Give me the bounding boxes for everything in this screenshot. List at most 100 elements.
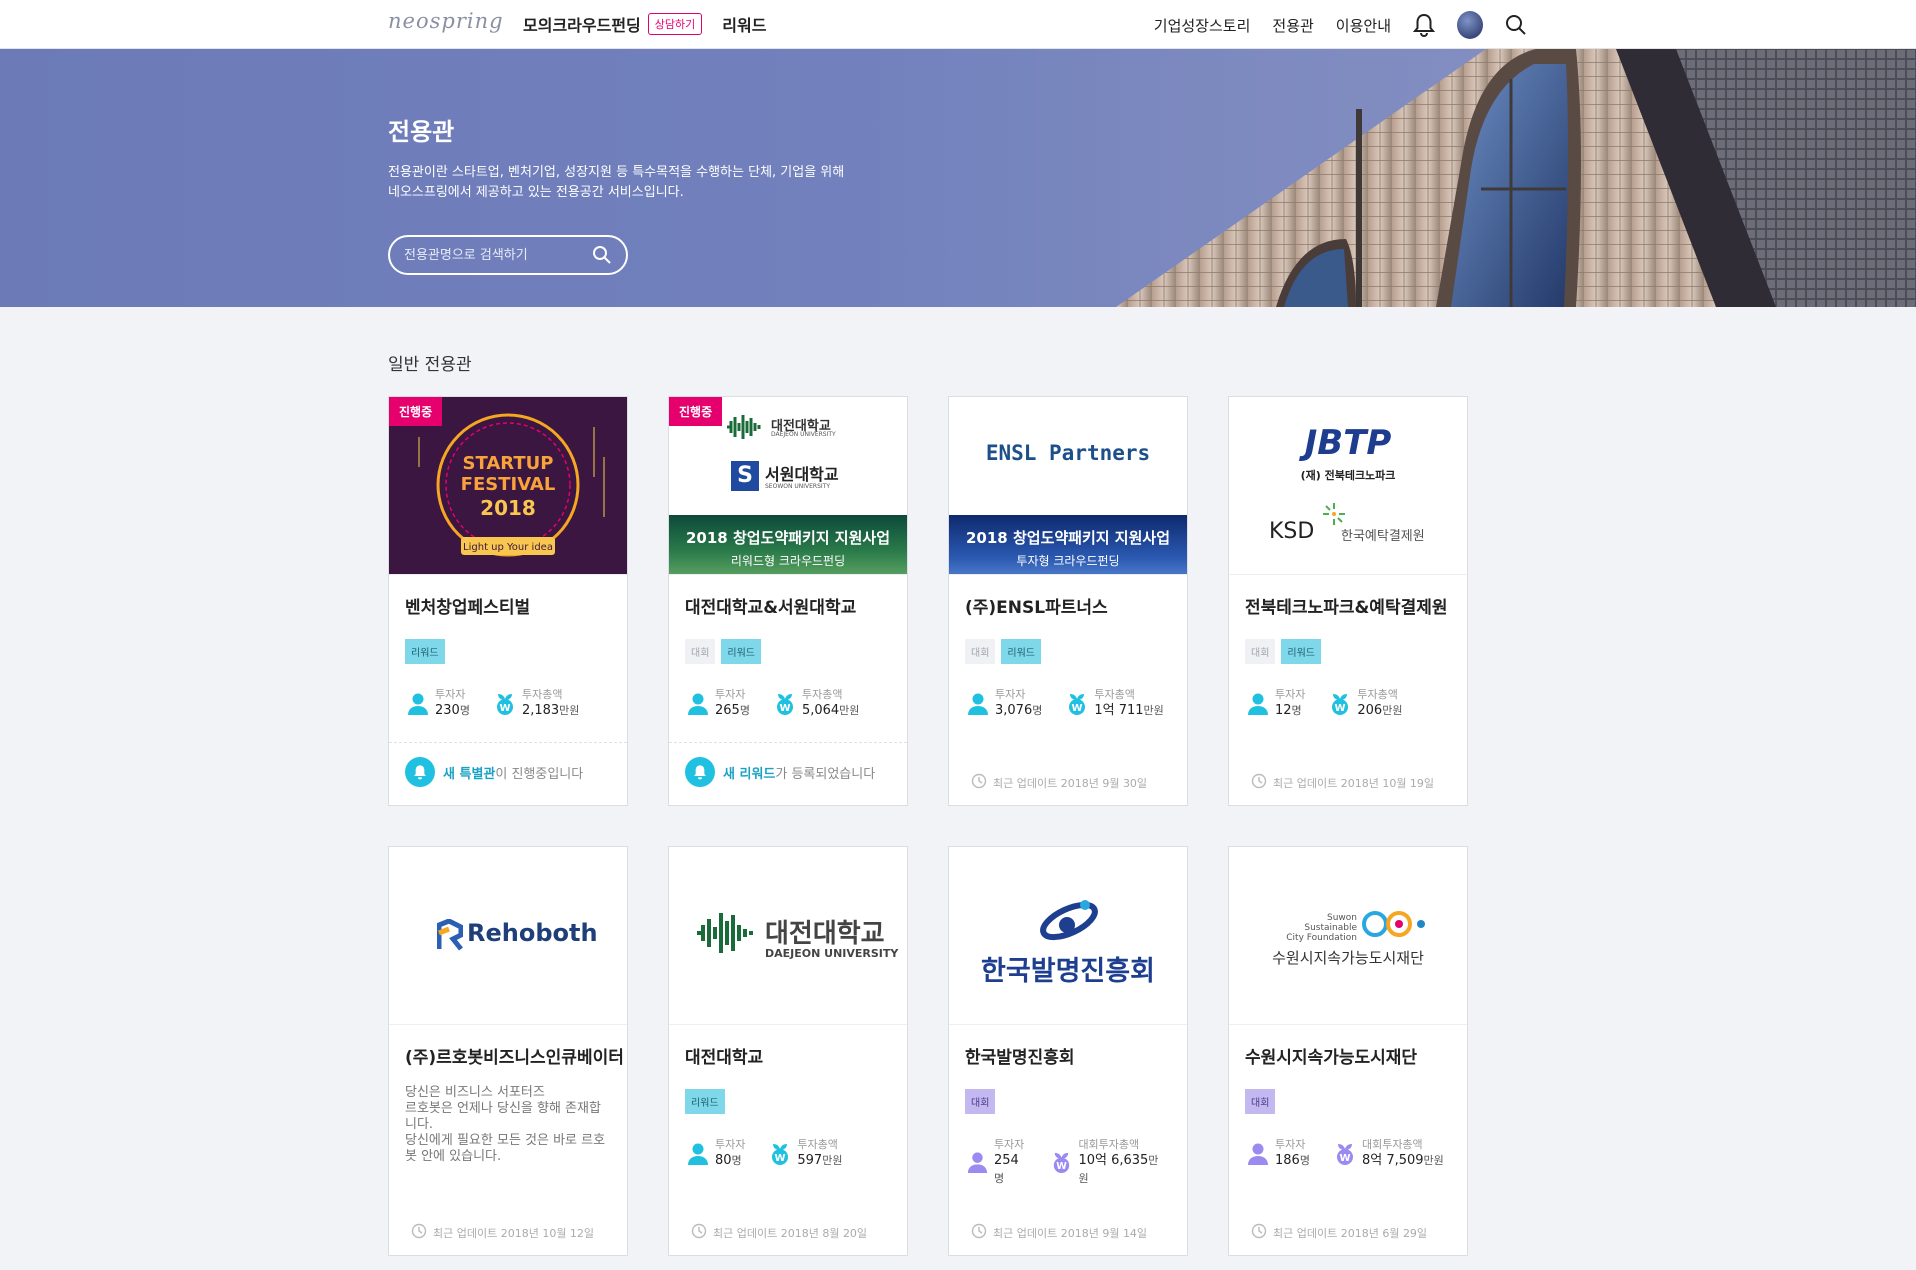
investment-amount: 10억 6,635: [1078, 1153, 1149, 1168]
hall-thumbnail[interactable]: Rehoboth: [389, 847, 627, 1025]
stats: 투자자 230명 W 투자총액 2,183만원: [405, 688, 601, 720]
investor-count: 265: [715, 703, 740, 718]
stats: 투자자 80명 W 투자총액 597만원: [685, 1138, 864, 1170]
stats: 투자자 3,076명 W 투자총액 1억 711만원: [965, 688, 1186, 720]
hall-card[interactable]: Rehoboth (주)르호봇비즈니스인큐베이터당신은 비즈니스 서포터즈 르호봇…: [388, 846, 628, 1256]
hall-thumbnail[interactable]: 한국발명진흥회: [949, 847, 1187, 1025]
money-icon: W: [1327, 691, 1353, 717]
main-nav: 모의크라우드펀딩 상담하기 리워드: [523, 12, 766, 36]
hall-search-box: [388, 235, 628, 275]
person-icon: [1245, 691, 1271, 717]
nav-mock-crowdfunding[interactable]: 모의크라우드펀딩: [523, 12, 641, 36]
hall-name[interactable]: 벤처창업페스티벌: [405, 593, 530, 618]
last-updated: 최근 업데이트 2018년 10월 19일: [1251, 773, 1434, 792]
clock-icon: [971, 1223, 993, 1242]
neospring-logo[interactable]: neospring: [388, 9, 504, 33]
svg-text:W: W: [1335, 703, 1346, 714]
hall-card[interactable]: ENSL Partners 2018 창업도약패키지 지원사업 투자형 크라우드…: [948, 396, 1188, 806]
person-icon: [685, 1141, 711, 1167]
nav-exclusive-hall[interactable]: 전용관: [1272, 15, 1313, 36]
investor-stat: 투자자 12명: [1245, 688, 1305, 720]
status-badge: 진행중: [669, 397, 723, 426]
hall-name[interactable]: 한국발명진흥회: [965, 1043, 1074, 1068]
investor-stat: 투자자 80명: [685, 1138, 745, 1170]
bell-icon: [405, 757, 435, 787]
investor-stat: 투자자 230명: [405, 688, 470, 720]
svg-text:W: W: [775, 1153, 786, 1164]
hall-card[interactable]: 대전대학교 DAEJEON UNIVERSITY 대전대학교리워드 투자자 80…: [668, 846, 908, 1256]
hall-name[interactable]: 전북테크노파크&예탁결제원: [1245, 593, 1448, 618]
top-navigation-bar: neospring 모의크라우드펀딩 상담하기 리워드 기업성장스토리 전용관 …: [0, 0, 1916, 49]
consult-tag[interactable]: 상담하기: [647, 13, 703, 35]
divider: [669, 742, 907, 743]
svg-text:W: W: [499, 703, 510, 714]
hall-name[interactable]: (주)르호봇비즈니스인큐베이터: [405, 1043, 624, 1068]
person-icon: [965, 1150, 990, 1176]
amount-stat: W 투자총액 597만원: [767, 1138, 842, 1170]
tag: 대회: [965, 1089, 996, 1114]
investor-count: 254: [993, 1153, 1019, 1168]
hall-thumbnail[interactable]: 대전대학교 DAEJEON UNIVERSITY: [669, 847, 907, 1025]
hall-name[interactable]: (주)ENSL파트너스: [965, 593, 1108, 618]
hall-card[interactable]: Suwon Sustainable City Foundation 수원시지속가능도…: [1228, 846, 1468, 1256]
clock-icon: [1251, 1223, 1273, 1242]
hall-card[interactable]: JBTP (재) 전북테크노파크 KSD 한국예탁결제원 전북테크노파크&예탁결…: [1228, 396, 1468, 806]
svg-text:W: W: [1339, 1153, 1350, 1164]
hall-name[interactable]: 수원시지속가능도시재단: [1245, 1043, 1417, 1068]
hall-card[interactable]: 한국발명진흥회 한국발명진흥회대회 투자자 254명 W 대회투자총액 10억 …: [948, 846, 1188, 1256]
tag: 리워드: [1281, 639, 1322, 664]
tag-list: 대회: [965, 1089, 1001, 1114]
hall-name[interactable]: 대전대학교&서원대학교: [685, 593, 856, 618]
investment-amount: 2,183: [521, 703, 560, 718]
hero-title: 전용관: [388, 118, 455, 146]
nav-growth-story[interactable]: 기업성장스토리: [1154, 15, 1251, 36]
tag: 대회: [685, 639, 716, 664]
investor-count: 186: [1275, 1153, 1300, 1168]
investment-amount: 597: [797, 1153, 823, 1168]
hall-search-input[interactable]: [404, 237, 584, 273]
hall-thumbnail[interactable]: Suwon Sustainable City Foundation 수원시지속가능도…: [1229, 847, 1467, 1025]
last-updated: 최근 업데이트 2018년 8월 20일: [691, 1223, 867, 1242]
tag-list: 리워드: [405, 639, 451, 664]
stats: 투자자 265명 W 투자총액 5,064만원: [685, 688, 881, 720]
tag-list: 대회 리워드: [685, 639, 767, 664]
hall-name[interactable]: 대전대학교: [685, 1043, 763, 1068]
right-nav: 기업성장스토리 전용관 이용안내: [1132, 11, 1529, 39]
avatar[interactable]: [1457, 11, 1483, 39]
search-icon[interactable]: [592, 245, 612, 265]
bell-icon[interactable]: [1411, 12, 1437, 38]
tag: 리워드: [685, 1089, 725, 1114]
money-icon: W: [492, 691, 518, 717]
last-updated: 최근 업데이트 2018년 10월 12일: [411, 1223, 594, 1242]
hall-card[interactable]: STARTUP FESTIVAL 2018 Light up Your idea…: [388, 396, 628, 806]
tag: 대회: [1245, 639, 1276, 664]
nav-reward[interactable]: 리워드: [722, 12, 766, 36]
tag: 대회: [965, 639, 996, 664]
notice[interactable]: 새 특별관 이 진행중입니다: [405, 757, 583, 787]
tag-list: 대회: [1245, 1089, 1281, 1114]
notice[interactable]: 새 리워드 가 등록되었습니다: [685, 757, 875, 787]
search-icon[interactable]: [1503, 12, 1529, 38]
investor-stat: 투자자 265명: [685, 688, 750, 720]
investor-stat: 투자자 3,076명: [965, 688, 1042, 720]
amount-stat: W 투자총액 5,064만원: [772, 688, 859, 720]
clock-icon: [1251, 773, 1273, 792]
amount-stat: W 대회투자총액 10억 6,635만원: [1049, 1138, 1165, 1188]
money-icon: W: [1064, 691, 1090, 717]
investment-amount: 206: [1357, 703, 1383, 718]
investment-amount: 1억 711: [1094, 703, 1144, 718]
tag: 대회: [1245, 1089, 1276, 1114]
investor-count: 230: [435, 703, 460, 718]
section-title: 일반 전용관: [388, 355, 472, 375]
investor-stat: 투자자 186명: [1245, 1138, 1310, 1170]
svg-text:FESTIVAL: FESTIVAL: [461, 474, 556, 495]
hall-card[interactable]: 대전대학교 DAEJEON UNIVERSITY S 서원대학교 SEOWON …: [668, 396, 908, 806]
investor-count: 3,076: [995, 703, 1033, 718]
hall-thumbnail[interactable]: ENSL Partners 2018 창업도약패키지 지원사업 투자형 크라우드…: [949, 397, 1187, 575]
money-icon: W: [772, 691, 798, 717]
investor-stat: 투자자 254명: [965, 1138, 1027, 1188]
nav-guide[interactable]: 이용안내: [1336, 15, 1391, 36]
hall-thumbnail[interactable]: JBTP (재) 전북테크노파크 KSD 한국예탁결제원: [1229, 397, 1467, 575]
tag: 리워드: [405, 639, 445, 664]
hall-description: 당신은 비즈니스 서포터즈 르호봇은 언제나 당신을 향해 존재합 니다. 당신에게 …: [405, 1085, 606, 1164]
